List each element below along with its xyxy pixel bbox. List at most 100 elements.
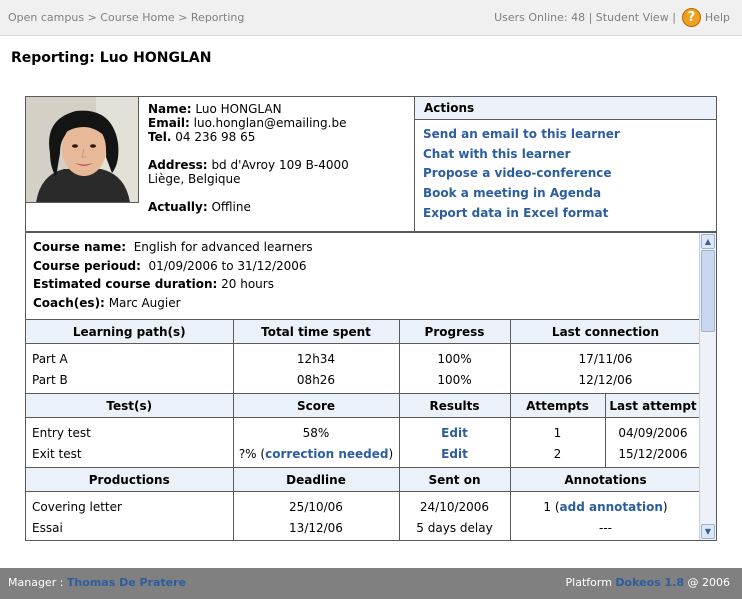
production-deadline: 13/12/06: [289, 520, 343, 535]
lp-last-connection: 17/11/06: [578, 352, 633, 366]
course-period-label: Course perioud:: [33, 258, 141, 273]
table-row: Entry test Exit test 58% ?% (correction …: [26, 417, 702, 468]
test-attempts: 2: [553, 446, 562, 461]
address-label: Address:: [148, 158, 208, 172]
course-period: 01/09/2006 to 31/12/2006: [148, 258, 307, 273]
learner-photo: [26, 97, 139, 203]
lp-header-connection: Last connection: [509, 319, 702, 344]
learner-status: Offline: [211, 200, 251, 214]
learning-paths-table: Learning path(s) Total time spent Progre…: [26, 319, 702, 394]
video-conference-link[interactable]: Propose a video-conference: [423, 166, 612, 180]
test-name: Exit test: [32, 446, 82, 461]
actually-label: Actually:: [148, 200, 208, 214]
test-header-name: Test(s): [26, 393, 234, 418]
edit-results-link[interactable]: Edit: [441, 447, 468, 461]
annotation-count: 1 (: [543, 500, 560, 514]
learner-address-line1: bd d'Avroy 109 B-4000: [211, 158, 349, 172]
topbar-separator: |: [588, 11, 593, 24]
production-deadline: 25/10/06: [289, 500, 343, 514]
test-attempts: 1: [553, 426, 562, 440]
table-row: Part A Part B 12h34 08h26 100% 100% 17/1…: [26, 343, 702, 394]
platform-label: Platform: [565, 576, 612, 589]
production-name: Covering letter: [32, 500, 122, 514]
prod-header-name: Productions: [26, 467, 234, 492]
platform-link[interactable]: Dokeos 1.8: [615, 576, 684, 589]
productions-table: Productions Deadline Sent on Annotations…: [26, 467, 702, 540]
breadcrumb-reporting: Reporting: [190, 11, 245, 24]
breadcrumb-separator: >: [178, 11, 188, 24]
test-last-attempt: 15/12/2006: [618, 446, 688, 461]
breadcrumb-open-campus[interactable]: Open campus: [8, 11, 84, 24]
course-name-label: Course name:: [33, 240, 127, 254]
lp-name: Part B: [32, 372, 68, 387]
actions-title: Actions: [415, 97, 716, 120]
test-last-attempt: 04/09/2006: [618, 426, 688, 440]
lp-time: 08h26: [296, 372, 336, 387]
test-name: Entry test: [32, 426, 91, 440]
tel-label: Tel.: [148, 130, 172, 144]
email-label: Email:: [148, 116, 190, 130]
lp-name: Part A: [32, 352, 68, 366]
correction-needed-link[interactable]: correction needed: [265, 447, 388, 461]
tests-table: Test(s) Score Results Attempts Last atte…: [26, 393, 702, 468]
prod-header-sent: Sent on: [398, 467, 511, 492]
export-excel-link[interactable]: Export data in Excel format: [423, 206, 608, 220]
test-header-results: Results: [398, 393, 511, 418]
test-score: 58%: [302, 426, 330, 440]
top-right-links: Users Online: 48 | Student View | ? Help: [494, 8, 730, 27]
coach-label: Coach(es):: [33, 295, 105, 310]
lp-header-time: Total time spent: [232, 319, 400, 344]
name-label: Name:: [148, 102, 192, 116]
footer-manager: Manager : Thomas De Pratere: [8, 576, 186, 589]
reporting-scroll-panel[interactable]: Course name: English for advanced learne…: [25, 232, 717, 541]
platform-year: @ 2006: [687, 576, 731, 589]
production-sent-on: 5 days delay: [416, 520, 493, 535]
course-coach: Marc Augier: [108, 295, 181, 310]
help-link[interactable]: Help: [705, 11, 730, 24]
test-header-last-attempt: Last attempt: [604, 393, 702, 418]
prod-header-deadline: Deadline: [232, 467, 400, 492]
send-email-link[interactable]: Send an email to this learner: [423, 127, 620, 141]
table-row: Covering letter Essai 25/10/06 13/12/06 …: [26, 491, 702, 540]
learner-name: Luo HONGLAN: [195, 102, 282, 116]
breadcrumb: Open campus > Course Home > Reporting: [8, 11, 244, 24]
add-annotation-link[interactable]: add annotation: [560, 500, 663, 514]
lp-header-progress: Progress: [398, 319, 511, 344]
scrollbar-thumb[interactable]: [701, 250, 715, 332]
actions-panel: Actions Send an email to this learner Ch…: [415, 97, 716, 231]
page-title: Reporting: Luo HONGLAN: [11, 50, 212, 66]
manager-link[interactable]: Thomas De Pratere: [67, 576, 186, 589]
lp-header-path: Learning path(s): [26, 319, 234, 344]
annotation-count: ---: [599, 520, 612, 535]
lp-time: 12h34: [296, 352, 336, 366]
learner-profile: Name: Luo HONGLAN Email: luo.honglan@ema…: [25, 96, 717, 232]
learner-address-line2: Liège, Belgique: [148, 172, 241, 186]
production-sent-on: 24/10/2006: [419, 500, 490, 514]
lp-progress: 100%: [437, 372, 472, 387]
test-score-end: ): [388, 446, 394, 461]
course-info: Course name: English for advanced learne…: [26, 233, 701, 319]
scroll-up-icon[interactable]: ▲: [701, 234, 715, 249]
top-bar: Open campus > Course Home > Reporting Us…: [0, 0, 742, 36]
learner-info: Name: Luo HONGLAN Email: luo.honglan@ema…: [140, 97, 415, 231]
learner-email[interactable]: luo.honglan@emailing.be: [194, 116, 347, 130]
manager-label: Manager :: [8, 576, 64, 589]
production-name: Essai: [32, 520, 63, 535]
course-duration-label: Estimated course duration:: [33, 277, 218, 291]
users-online[interactable]: Users Online: 48: [494, 11, 585, 24]
scroll-down-icon[interactable]: ▼: [701, 524, 715, 539]
prod-header-annotations: Annotations: [509, 467, 702, 492]
lp-progress: 100%: [437, 352, 472, 366]
help-icon[interactable]: ?: [681, 8, 701, 27]
course-name: English for advanced learners: [133, 240, 313, 254]
student-view-link[interactable]: Student View: [596, 11, 669, 24]
edit-results-link[interactable]: Edit: [441, 426, 468, 440]
test-header-attempts: Attempts: [509, 393, 606, 418]
topbar-separator: |: [672, 11, 676, 24]
footer: Manager : Thomas De Pratere Platform Dok…: [0, 568, 742, 599]
chat-link[interactable]: Chat with this learner: [423, 147, 571, 161]
breadcrumb-course-home[interactable]: Course Home: [100, 11, 174, 24]
book-meeting-link[interactable]: Book a meeting in Agenda: [423, 186, 601, 200]
vertical-scrollbar[interactable]: ▲ ▼: [699, 233, 716, 540]
breadcrumb-separator: >: [87, 11, 97, 24]
